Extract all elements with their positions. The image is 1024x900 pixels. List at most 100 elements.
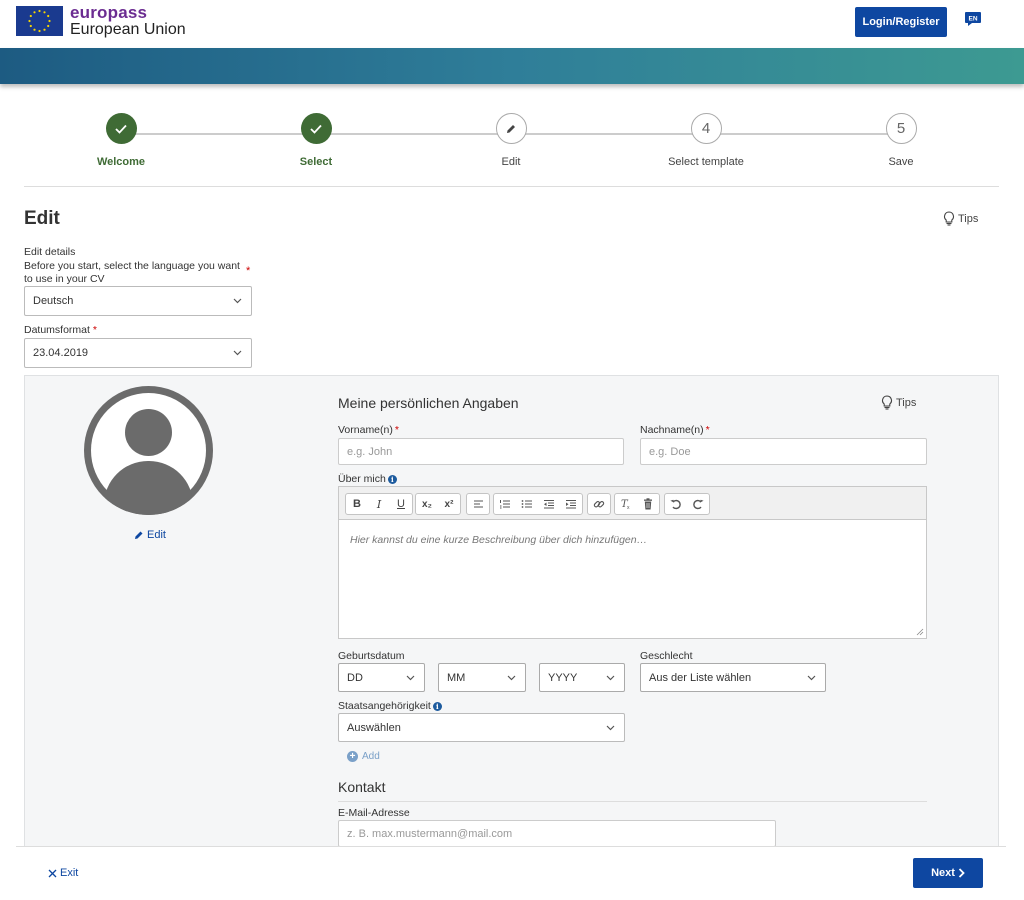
bold-button[interactable]: B [346, 494, 368, 514]
lightbulb-icon [882, 395, 892, 410]
clear-group: Tx [614, 493, 660, 515]
check-icon [300, 113, 332, 144]
about-me-placeholder: Hier kannst du eine kurze Beschreibung ü… [350, 534, 648, 546]
gender-value: Aus der Liste wählen [649, 671, 752, 684]
outdent-icon[interactable] [538, 494, 560, 514]
clear-format-icon[interactable]: Tx [615, 494, 637, 514]
info-icon[interactable]: i [387, 474, 397, 484]
site-header: europass European Union Login/Register E… [0, 0, 1024, 48]
text-style-group: B I U [345, 493, 413, 515]
edit-photo-label: Edit [147, 529, 166, 541]
bullet-list-icon[interactable] [516, 494, 538, 514]
page-title: Edit [24, 208, 60, 229]
edit-photo-link[interactable]: Edit [134, 529, 166, 541]
birth-year-value: YYYY [548, 671, 578, 684]
italic-button[interactable]: I [368, 494, 390, 514]
superscript-button[interactable]: x² [438, 494, 460, 514]
stepper-divider [24, 186, 999, 187]
edit-details-label: Edit details [24, 246, 76, 258]
tips-link[interactable]: Tips [943, 211, 978, 226]
contact-divider [338, 801, 927, 802]
language-selector-icon[interactable]: EN [964, 11, 982, 27]
footer-divider [16, 846, 1006, 847]
step-welcome[interactable]: Welcome [41, 113, 201, 168]
next-button[interactable]: Next [913, 858, 983, 888]
chevron-down-icon [507, 675, 516, 680]
step-label: Welcome [96, 156, 146, 168]
subscript-button[interactable]: x₂ [416, 494, 438, 514]
add-nationality-link[interactable]: + Add [347, 751, 380, 762]
eu-flag-logo [16, 6, 63, 36]
link-group [587, 493, 611, 515]
step-save[interactable]: 5 Save [821, 113, 981, 168]
language-instruction: Before you start, select the language yo… [24, 260, 240, 285]
cv-language-select[interactable]: Deutsch [24, 286, 252, 316]
tips-link-personal[interactable]: Tips [881, 395, 916, 410]
link-icon[interactable] [588, 494, 610, 514]
email-placeholder: z. B. max.mustermann@mail.com [347, 827, 513, 840]
add-label: Add [362, 751, 380, 762]
birth-year-select[interactable]: YYYY [539, 663, 625, 692]
last-name-placeholder: e.g. Doe [649, 445, 691, 458]
gender-select[interactable]: Aus der Liste wählen [640, 663, 826, 692]
numbered-list-icon[interactable] [494, 494, 516, 514]
list-group [493, 493, 583, 515]
chevron-down-icon [606, 725, 615, 730]
date-format-label-text: Datumsformat [24, 324, 90, 336]
indent-icon[interactable] [560, 494, 582, 514]
step-edit[interactable]: Edit [431, 113, 591, 168]
tips-label: Tips [958, 212, 979, 225]
gender-label: Geschlecht [640, 650, 693, 662]
undo-icon[interactable] [665, 494, 687, 514]
brand-european-union: European Union [70, 21, 186, 38]
email-label: E-Mail-Adresse [338, 807, 410, 819]
date-format-select[interactable]: 23.04.2019 [24, 338, 252, 368]
resize-handle-icon[interactable] [916, 628, 924, 636]
login-register-button[interactable]: Login/Register [855, 7, 947, 37]
chevron-down-icon [807, 675, 816, 680]
svg-text:x: x [627, 505, 630, 510]
chevron-right-icon [958, 868, 965, 878]
header-banner [0, 48, 1024, 84]
birth-day-value: DD [347, 671, 363, 684]
first-name-input[interactable]: e.g. John [338, 438, 624, 465]
check-icon [105, 113, 137, 144]
required-marker: * [246, 265, 251, 277]
birth-month-value: MM [447, 671, 466, 684]
step-number: 4 [690, 113, 722, 144]
profile-photo-avatar[interactable] [84, 386, 213, 515]
align-left-icon[interactable] [467, 494, 489, 514]
step-select[interactable]: Select [236, 113, 396, 168]
avatar-ring [91, 393, 206, 515]
step-number: 5 [885, 113, 917, 144]
first-name-label: Vorname(n) * [338, 424, 399, 436]
email-input[interactable]: z. B. max.mustermann@mail.com [338, 820, 776, 847]
info-icon[interactable]: i [432, 701, 442, 711]
birth-month-select[interactable]: MM [438, 663, 526, 692]
last-name-input[interactable]: e.g. Doe [640, 438, 927, 465]
brand-europass: europass [70, 3, 148, 22]
nationality-select[interactable]: Auswählen [338, 713, 625, 742]
about-me-editor[interactable]: Hier kannst du eine kurze Beschreibung ü… [338, 520, 927, 639]
date-format-label: Datumsformat * [24, 324, 97, 336]
underline-button[interactable]: U [390, 494, 412, 514]
trash-icon[interactable] [637, 494, 659, 514]
pencil-icon [135, 531, 143, 539]
step-label: Select template [668, 156, 744, 168]
first-name-label-text: Vorname(n) [338, 424, 393, 436]
script-group: x₂ x² [415, 493, 461, 515]
nationality-label-text: Staatsangehörigkeit [338, 700, 431, 712]
about-me-label: Über mich i [338, 473, 397, 485]
chevron-down-icon [406, 675, 415, 680]
lightbulb-icon [944, 211, 954, 226]
wizard-footer: Exit Next [0, 846, 1024, 900]
birth-day-select[interactable]: DD [338, 663, 425, 692]
exit-link[interactable]: Exit [48, 867, 78, 879]
align-group [466, 493, 490, 515]
step-select-template[interactable]: 4 Select template [626, 113, 786, 168]
last-name-label: Nachname(n) * [640, 424, 710, 436]
avatar-body [104, 461, 193, 515]
chevron-down-icon [606, 675, 615, 680]
redo-icon[interactable] [687, 494, 709, 514]
language-code: EN [968, 16, 977, 23]
